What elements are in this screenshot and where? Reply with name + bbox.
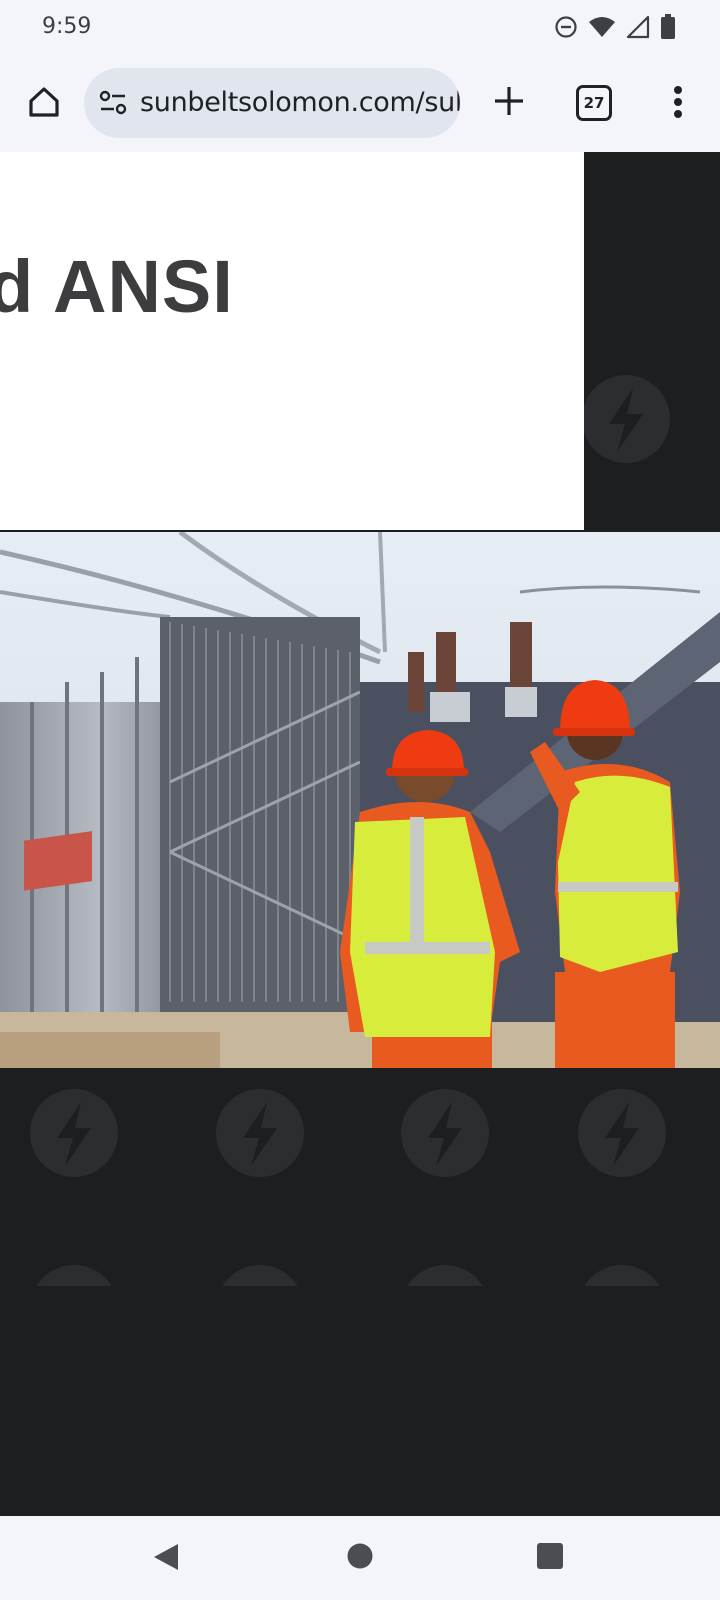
plus-icon <box>493 85 525 121</box>
web-content[interactable]: d ANSI <box>0 152 720 1516</box>
more-vert-icon <box>673 85 683 123</box>
home-icon <box>26 84 62 124</box>
status-bar: 9:59 <box>0 0 720 56</box>
bolt-watermark-icon <box>581 374 671 464</box>
url-text: sunbeltsolomon.com/sul <box>140 87 460 118</box>
home-circle-icon[interactable] <box>346 1542 374 1574</box>
bolt-watermark-icon <box>400 1088 490 1178</box>
bolt-watermark-icon <box>577 1088 667 1178</box>
more-options-button[interactable] <box>660 80 696 128</box>
status-icons <box>554 14 676 40</box>
bolt-watermark-icon <box>215 1088 305 1178</box>
tab-count: 27 <box>583 94 605 112</box>
status-time: 9:59 <box>42 14 92 39</box>
hero-photo <box>0 532 720 1068</box>
back-icon[interactable] <box>152 1542 180 1576</box>
new-tab-button[interactable] <box>484 78 534 128</box>
bolt-watermark-icon <box>29 1264 119 1286</box>
bolt-watermark-icon <box>29 1088 119 1178</box>
wifi-icon <box>588 15 616 39</box>
site-settings-icon[interactable] <box>98 88 128 118</box>
recents-icon[interactable] <box>536 1542 564 1574</box>
bolt-watermark-icon <box>215 1264 305 1286</box>
screen: 9:59 sunbeltsolomon.com/sul 27 d ANSI <box>0 0 720 1600</box>
bolt-watermark-icon <box>577 1264 667 1286</box>
hero-text-panel: d ANSI <box>0 152 584 530</box>
signal-icon <box>626 15 650 39</box>
tab-switcher-button[interactable]: 27 <box>576 85 612 121</box>
watermark-row-clipped <box>0 1264 720 1286</box>
do-not-disturb-icon <box>554 15 578 39</box>
hero-heading: d ANSI <box>0 245 234 328</box>
bolt-watermark-icon <box>400 1264 490 1286</box>
address-bar[interactable]: sunbeltsolomon.com/sul <box>84 68 460 138</box>
battery-icon <box>660 14 676 40</box>
browser-toolbar: sunbeltsolomon.com/sul 27 <box>0 56 720 152</box>
home-button[interactable] <box>20 80 68 128</box>
system-nav-bar <box>0 1516 720 1600</box>
